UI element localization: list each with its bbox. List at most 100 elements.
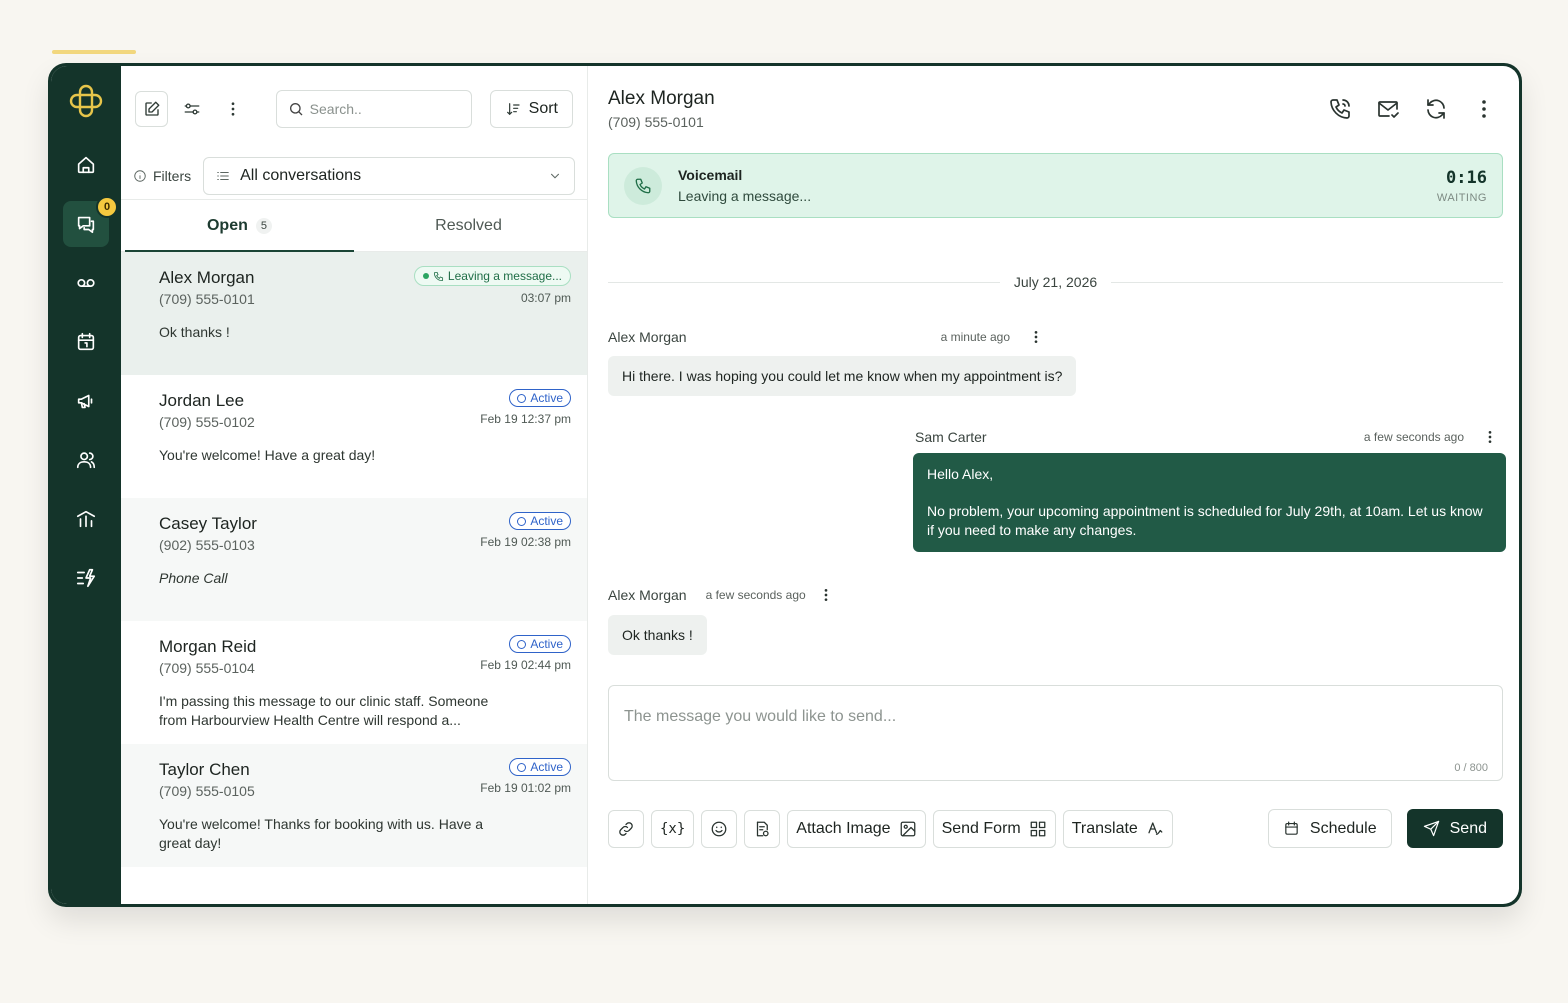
message-header: Sam Carter a few seconds ago <box>915 427 1500 447</box>
vertical-dots-icon <box>1482 100 1486 118</box>
attach-image-label: Attach Image <box>796 819 891 837</box>
voicemail-state: WAITING <box>1436 191 1487 204</box>
vertical-dots-icon <box>1488 431 1492 443</box>
timestamp: Feb 19 12:37 pm <box>480 412 571 426</box>
lightning-list-icon <box>76 568 96 588</box>
nav-calendar[interactable] <box>63 319 109 365</box>
sidebar-nav: 0 <box>51 66 121 904</box>
status-badge: Leaving a message... <box>413 266 571 286</box>
nav-campaigns[interactable] <box>63 378 109 424</box>
phone-call-icon <box>1330 99 1350 119</box>
filters-label: Filters <box>153 167 192 184</box>
tab-open-label: Open <box>206 216 248 234</box>
conversation-item-casey-taylor[interactable]: Casey Taylor (902) 555-0103 Phone Call A… <box>121 498 587 621</box>
calendar-icon <box>1285 821 1298 835</box>
conversation-filter-select[interactable]: All conversations <box>203 156 575 195</box>
status-text: Active <box>530 514 563 528</box>
nav-home[interactable] <box>63 142 109 188</box>
sort-button[interactable]: Sort <box>489 90 573 128</box>
nav-automations[interactable] <box>63 555 109 601</box>
conversation-item-morgan-reid[interactable]: Morgan Reid (709) 555-0104 I'm passing t… <box>121 621 587 744</box>
conversation-list-panel: Sort Filters All conversations Open 5 Re… <box>121 66 588 904</box>
insert-variable-button[interactable]: {x} <box>651 809 695 848</box>
megaphone-icon <box>77 394 93 409</box>
vertical-dots-icon <box>1034 331 1038 343</box>
users-icon <box>76 452 96 469</box>
filter-row: Filters All conversations <box>121 152 587 200</box>
message-header: Alex Morgan a minute ago <box>608 327 1046 347</box>
message-menu-button[interactable] <box>816 585 836 605</box>
home-icon <box>77 156 95 174</box>
calendar-icon <box>77 332 95 351</box>
mail-check-icon <box>1378 101 1399 118</box>
message-line: No problem, your upcoming appointment is… <box>927 503 1483 538</box>
message-menu-button[interactable] <box>1026 327 1046 347</box>
chat-actions <box>1325 94 1499 124</box>
document-icon <box>757 821 769 836</box>
conversation-item-jordan-lee[interactable]: Jordan Lee (709) 555-0102 You're welcome… <box>121 375 587 498</box>
search-input[interactable] <box>309 101 460 117</box>
nav-contacts[interactable] <box>63 437 109 483</box>
filter-value: All conversations <box>240 166 362 184</box>
smiley-icon <box>711 821 727 836</box>
message-composer: 0 / 800 <box>608 685 1503 781</box>
email-button[interactable] <box>1373 94 1403 124</box>
insert-link-button[interactable] <box>608 809 644 848</box>
outgoing-message-bubble: Hello Alex, No problem, your upcoming ap… <box>913 453 1506 552</box>
message-snippet: Ok thanks ! <box>159 324 230 340</box>
translate-button[interactable]: Translate <box>1062 809 1173 848</box>
translate-label: Translate <box>1071 819 1138 837</box>
more-options-button[interactable] <box>217 91 250 127</box>
list-toolbar: Sort <box>121 66 587 152</box>
ring-icon <box>517 762 527 772</box>
tab-resolved-label: Resolved <box>435 216 502 234</box>
composer-toolbar: {x} Attach Image Send Form Translate Sch… <box>608 809 1503 848</box>
nav-conversations[interactable]: 0 <box>63 196 118 247</box>
tab-open-count: 5 <box>255 217 272 234</box>
conversation-item-taylor-chen[interactable]: Taylor Chen (709) 555-0105 You're welcom… <box>121 744 587 867</box>
message-snippet: You're welcome! Thanks for booking with … <box>159 816 484 851</box>
message-time: a few seconds ago <box>1363 430 1464 444</box>
tab-open[interactable]: Open 5 <box>125 200 354 252</box>
nav-reports[interactable] <box>63 496 109 542</box>
conversation-item-alex-morgan[interactable]: Alex Morgan (709) 555-0101 Ok thanks ! L… <box>121 252 587 375</box>
compose-button[interactable] <box>135 91 168 127</box>
chat-more-button[interactable] <box>1469 94 1499 124</box>
emoji-button[interactable] <box>701 809 738 848</box>
status-text: Leaving a message... <box>447 269 562 283</box>
ring-icon <box>517 393 527 403</box>
chevron-down-icon <box>550 173 560 178</box>
tab-resolved[interactable]: Resolved <box>354 200 583 251</box>
list-icon <box>217 171 229 180</box>
growth-chart-icon <box>76 510 96 528</box>
status-text: Active <box>530 637 563 651</box>
timestamp: Feb 19 02:44 pm <box>480 658 571 672</box>
template-button[interactable] <box>744 809 781 848</box>
message-input[interactable] <box>624 708 1487 748</box>
timestamp: Feb 19 01:02 pm <box>480 781 571 795</box>
send-form-button[interactable]: Send Form <box>932 809 1056 848</box>
call-button[interactable] <box>1325 94 1355 124</box>
search-field[interactable] <box>275 90 472 128</box>
status-badge: Active <box>509 389 571 407</box>
phone-icon <box>433 271 443 281</box>
schedule-button[interactable]: Schedule <box>1267 809 1392 848</box>
message-time: a few seconds ago <box>705 588 806 602</box>
send-button[interactable]: Send <box>1406 809 1503 848</box>
nav-voicemail[interactable] <box>63 260 109 306</box>
edit-icon <box>144 101 159 116</box>
voicemail-subtitle: Leaving a message... <box>678 188 812 204</box>
date-separator: July 21, 2026 <box>608 274 1504 290</box>
incoming-message-bubble: Ok thanks ! <box>608 615 707 655</box>
message-snippet: Phone Call <box>159 570 228 586</box>
adjust-button[interactable] <box>176 91 209 127</box>
message-snippet: I'm passing this message to our clinic s… <box>159 693 489 728</box>
character-counter: 0 / 800 <box>1454 762 1488 774</box>
live-dot-icon <box>422 273 429 279</box>
message-menu-button[interactable] <box>1480 427 1500 447</box>
attach-image-button[interactable]: Attach Image <box>787 809 926 848</box>
refresh-button[interactable] <box>1421 94 1451 124</box>
sort-icon <box>506 103 520 116</box>
filters-toggle[interactable]: Filters <box>133 168 191 184</box>
status-text: Active <box>530 391 563 405</box>
